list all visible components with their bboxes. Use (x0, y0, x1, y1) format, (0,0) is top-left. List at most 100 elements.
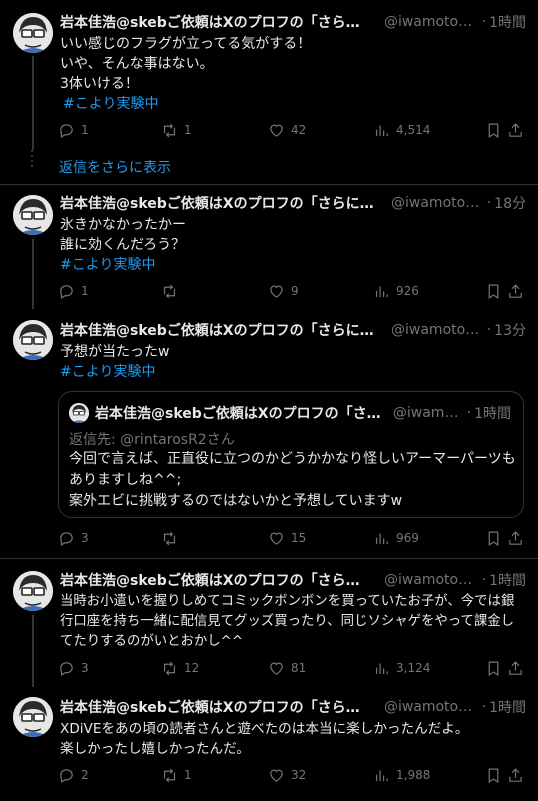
bookmark-button[interactable] (485, 660, 502, 677)
reply-button[interactable]: 1 (58, 283, 89, 300)
analytics-icon (375, 286, 388, 297)
reply-button[interactable]: 2 (58, 767, 89, 784)
like-button[interactable]: 15 (268, 530, 306, 547)
reply-icon (60, 123, 73, 138)
share-button[interactable] (507, 660, 524, 677)
avatar[interactable] (13, 320, 53, 360)
tweet-2[interactable]: 岩本佳浩@skebご依頼はXのプロフの「さらに表… @iwamoto_… · 1… (0, 185, 538, 309)
share-button[interactable] (507, 283, 524, 300)
tweet-text-line: てたりするのがいとおかし^^ (60, 634, 244, 649)
quoted-tweet-card[interactable]: 岩本佳浩@skebご依頼はXのプロフの「さら… @iwamo… · 1時間 返信… (58, 391, 524, 518)
tweet-text-line: 行口座を持ち一緒に配信見てグッズ買ったり、同じソシャゲをやって課金し (60, 614, 515, 629)
share-button[interactable] (507, 530, 524, 547)
views-button[interactable]: 926 (373, 283, 419, 300)
retweet-button[interactable] (161, 530, 184, 547)
share-icon (509, 660, 522, 675)
avatar[interactable] (13, 195, 53, 235)
avatar-illustration-icon (69, 403, 89, 423)
heart-icon (270, 124, 283, 137)
action-bar: 1 9 926 (58, 280, 524, 302)
retweet-button[interactable]: 12 (161, 660, 199, 677)
views-button[interactable]: 3,124 (373, 660, 430, 677)
reply-to-label: 返信先: @rintarosR2さん (69, 429, 235, 449)
avatar-illustration-icon (13, 195, 53, 235)
tweet-1[interactable]: 岩本佳浩@skebご依頼はXのプロフの「さらに… @iwamoto_… · 1時… (0, 0, 538, 150)
like-count: 32 (291, 768, 307, 782)
share-button[interactable] (507, 767, 524, 784)
show-more-replies-link[interactable]: 返信をさらに表示 (59, 157, 171, 177)
analytics-icon (375, 125, 388, 136)
bookmark-icon (488, 661, 499, 676)
timestamp[interactable]: 13分 (494, 320, 526, 340)
analytics-icon (375, 533, 388, 544)
timestamp[interactable]: 1時間 (489, 697, 526, 717)
author-name[interactable]: 岩本佳浩@skebご依頼はXのプロフの「さらに表… (60, 320, 379, 340)
author-handle[interactable]: @iwamoto_… (384, 699, 479, 715)
hashtag-link[interactable]: #こより実験中 (60, 362, 524, 382)
quoted-author-handle: @iwamo… (392, 405, 464, 421)
avatar[interactable] (13, 697, 53, 737)
bookmark-icon (488, 531, 499, 546)
separator-dot: · (486, 322, 492, 338)
tweet-text-line: 誰に効くんだろう？ (60, 237, 186, 253)
reply-count: 1 (81, 284, 89, 298)
bookmark-button[interactable] (485, 283, 502, 300)
separator-dot: · (481, 572, 487, 588)
bookmark-icon (488, 768, 499, 783)
avatar-illustration-icon (13, 320, 53, 360)
quoted-text-line: 案外エビに挑戦するのではないかと予想していますw (69, 493, 403, 509)
reply-button[interactable]: 3 (58, 530, 89, 547)
reply-to-prefix: 返信先: (69, 432, 121, 448)
retweet-icon (163, 768, 176, 782)
retweet-button[interactable]: 1 (161, 122, 192, 139)
analytics-icon (375, 770, 388, 781)
quoted-avatar (69, 403, 89, 423)
views-button[interactable]: 4,514 (373, 122, 430, 139)
bookmark-button[interactable] (485, 530, 502, 547)
like-button[interactable]: 32 (268, 767, 306, 784)
reply-count: 3 (81, 531, 89, 545)
author-handle[interactable]: @iwamoto_… (391, 322, 484, 338)
reply-button[interactable]: 1 (58, 122, 89, 139)
heart-icon (270, 532, 283, 545)
timestamp[interactable]: 1時間 (489, 12, 526, 32)
tweet-text: XDiVEをあの頃の読者さんと遊べたのは本当に楽しかったんだよ。 楽しかったし嬉… (60, 719, 524, 759)
hashtag-link[interactable]: #こより実験中 (60, 255, 524, 275)
tweet-header: 岩本佳浩@skebご依頼はXのプロフの「さらに… @iwamoto_… · 1時… (60, 697, 526, 717)
timestamp[interactable]: 1時間 (489, 570, 526, 590)
bookmark-button[interactable] (485, 767, 502, 784)
author-handle[interactable]: @iwamoto_… (384, 14, 479, 30)
tweet-4[interactable]: 岩本佳浩@skebご依頼はXのプロフの「さらに… @iwamoto_… · 1時… (0, 559, 538, 687)
author-name[interactable]: 岩本佳浩@skebご依頼はXのプロフの「さらに表… (60, 193, 379, 213)
like-button[interactable]: 81 (268, 660, 306, 677)
author-name[interactable]: 岩本佳浩@skebご依頼はXのプロフの「さらに… (60, 12, 372, 32)
tweet-text-line: XDiVEをあの頃の読者さんと遊べたのは本当に楽しかったんだよ。 (60, 721, 469, 737)
share-icon (509, 767, 522, 782)
tweet-header: 岩本佳浩@skebご依頼はXのプロフの「さらに… @iwamoto_… · 1時… (60, 12, 526, 32)
hashtag-link[interactable]: #こより実験中 (60, 94, 524, 114)
author-name[interactable]: 岩本佳浩@skebご依頼はXのプロフの「さらに… (60, 570, 372, 590)
timestamp[interactable]: 18分 (494, 193, 526, 213)
views-button[interactable]: 1,988 (373, 767, 430, 784)
author-name[interactable]: 岩本佳浩@skebご依頼はXのプロフの「さらに… (60, 697, 372, 717)
author-handle[interactable]: @iwamoto_… (391, 195, 484, 211)
like-button[interactable]: 9 (268, 283, 299, 300)
reply-to-user: @rintarosR2さん (120, 432, 235, 448)
author-handle[interactable]: @iwamoto_… (384, 572, 479, 588)
tweet-text-line: 3体いける！ (60, 76, 139, 92)
retweet-icon (163, 531, 176, 545)
retweet-button[interactable]: 1 (161, 767, 192, 784)
avatar[interactable] (13, 571, 53, 611)
reply-button[interactable]: 3 (58, 660, 89, 677)
quoted-author-name: 岩本佳浩@skebご依頼はXのプロフの「さら… (95, 406, 381, 422)
tweet-text: 氷きかなかったかー 誰に効くんだろう？ #こより実験中 (60, 215, 524, 275)
thread-line (32, 615, 34, 687)
retweet-button[interactable] (161, 283, 184, 300)
tweet-5[interactable]: 岩本佳浩@skebご依頼はXのプロフの「さらに… @iwamoto_… · 1時… (0, 687, 538, 801)
share-icon (509, 122, 522, 137)
avatar[interactable] (13, 13, 53, 53)
share-button[interactable] (507, 122, 524, 139)
views-button[interactable]: 969 (373, 530, 419, 547)
bookmark-button[interactable] (485, 122, 502, 139)
like-button[interactable]: 42 (268, 122, 306, 139)
